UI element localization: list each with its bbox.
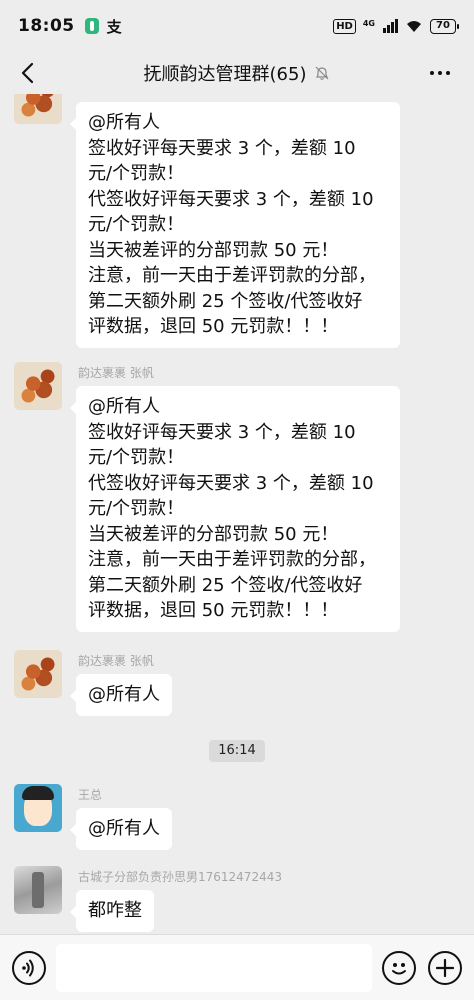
input-bar <box>0 934 474 1000</box>
chevron-left-icon <box>21 62 34 84</box>
chat-header: 抚顺韵达管理群(65) <box>0 52 474 94</box>
message-line: 注意，前一天由于差评罚款的分部， <box>88 549 376 570</box>
message-line: 元/个罚款！ <box>88 447 185 468</box>
status-bar: 18:05 支 HD 4G 70 <box>0 0 474 52</box>
message-line: 第二天额外刷 25 个签收/代签收好 <box>88 574 363 596</box>
plus-icon <box>435 958 455 978</box>
message-bubble[interactable]: @所有人 签收好评每天要求 3 个，差额 10 元/个罚款！ 代签收好评每天要求… <box>70 102 400 348</box>
battery-icon: 70 <box>430 18 459 34</box>
message-line: 注意，前一天由于差评罚款的分部， <box>88 265 376 286</box>
avatar[interactable] <box>14 784 62 832</box>
signal-icon <box>383 19 398 33</box>
plus-button[interactable] <box>428 951 462 985</box>
message-line: 签收好评每天要求 3 个，差额 10 <box>88 137 356 159</box>
sender-name: 韵达裹裹 张帆 <box>78 366 154 380</box>
message-list[interactable]: @所有人 签收好评每天要求 3 个，差额 10 元/个罚款！ 代签收好评每天要求… <box>0 94 474 934</box>
alipay-icon: 支 <box>106 17 122 36</box>
message-line: 元/个罚款！ <box>88 163 185 184</box>
more-dot <box>430 71 434 75</box>
message-line: 当天被差评的分部罚款 50 元！ <box>88 239 339 261</box>
message-line: 第二天额外刷 25 个签收/代签收好 <box>88 290 363 312</box>
message-line: 当天被差评的分部罚款 50 元！ <box>88 523 339 545</box>
message-line: 元/个罚款！ <box>88 498 185 519</box>
message-bubble[interactable]: @所有人 <box>70 808 172 850</box>
message-bubble[interactable]: @所有人 签收好评每天要求 3 个，差额 10 元/个罚款！ 代签收好评每天要求… <box>70 386 400 632</box>
message-bubble[interactable]: 都咋整 <box>70 890 154 932</box>
bell-off-icon <box>316 66 329 80</box>
message-line: @所有人 <box>88 684 160 705</box>
avatar[interactable] <box>14 94 62 124</box>
message-bubble[interactable]: @所有人 <box>70 674 172 716</box>
message-line: 都咋整 <box>88 900 142 921</box>
avatar[interactable] <box>14 362 62 410</box>
more-dot <box>438 71 442 75</box>
status-time: 18:05 <box>18 16 75 36</box>
message-line: 元/个罚款！ <box>88 214 185 235</box>
app-notification-icon <box>84 18 99 34</box>
message-line: 代签收好评每天要求 3 个，差额 10 <box>88 188 374 210</box>
more-button[interactable] <box>422 58 458 88</box>
voice-button[interactable] <box>12 951 46 985</box>
message-line: 评数据，退回 50 元罚款！！！ <box>88 600 339 621</box>
wifi-icon <box>407 21 421 32</box>
message-line: 代签收好评每天要求 3 个，差额 10 <box>88 472 374 494</box>
emoji-button[interactable] <box>382 951 416 985</box>
back-button[interactable] <box>12 58 42 88</box>
sender-name: 古城子分部负责孙思男17612472443 <box>78 870 282 884</box>
message-input[interactable] <box>56 944 372 992</box>
network-type-label: 4G <box>362 18 375 28</box>
more-dot <box>446 71 450 75</box>
avatar[interactable] <box>14 866 62 914</box>
hd-badge: HD <box>333 18 356 34</box>
avatar[interactable] <box>14 650 62 698</box>
sender-name: 韵达裹裹 张帆 <box>78 654 154 668</box>
emoji-icon <box>392 963 406 975</box>
sender-name: 王总 <box>78 788 103 802</box>
voice-icon <box>22 959 34 977</box>
message-line: 评数据，退回 50 元罚款！！！ <box>88 316 339 337</box>
message-line: 签收好评每天要求 3 个，差额 10 <box>88 421 356 443</box>
message-line: @所有人 <box>88 396 160 417</box>
message-line: @所有人 <box>88 112 160 133</box>
time-divider: 16:14 <box>209 740 265 762</box>
status-indicators: HD 4G 70 <box>333 18 459 34</box>
chat-title: 抚顺韵达管理群(65) <box>143 64 307 85</box>
message-line: @所有人 <box>88 818 160 839</box>
